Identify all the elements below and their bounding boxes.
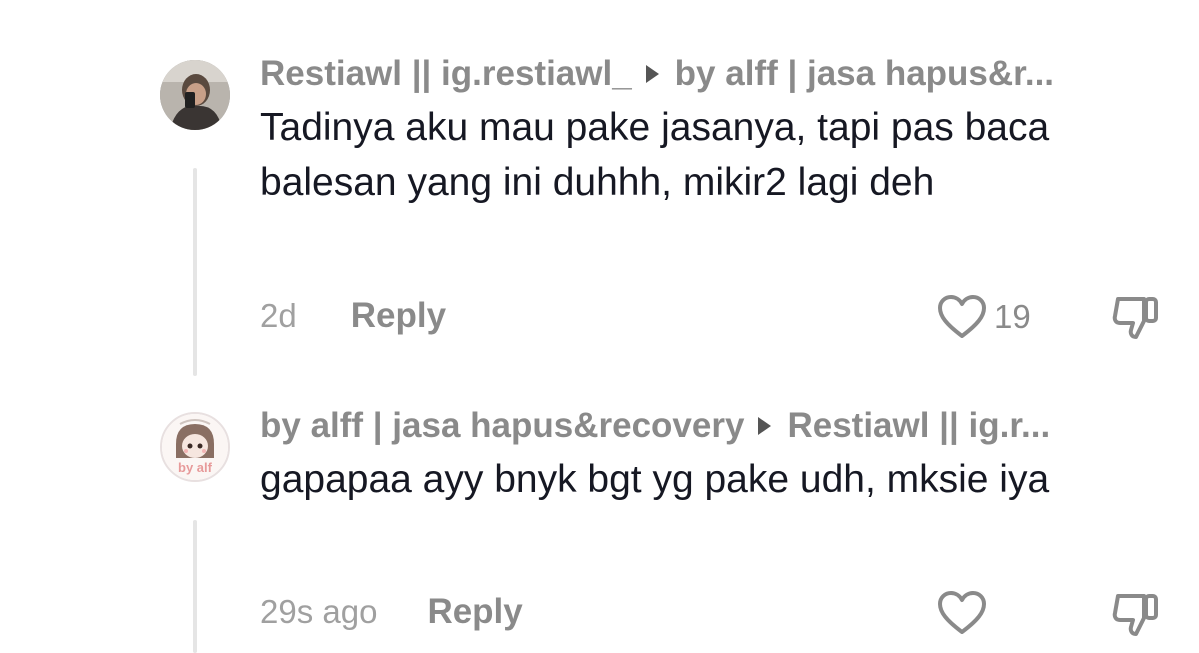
- reply-to-user[interactable]: Restiawl || ig.r...: [787, 406, 1050, 446]
- thumbs-down-outline-icon[interactable]: [1110, 590, 1162, 640]
- reply-button[interactable]: Reply: [427, 592, 522, 632]
- comment-timestamp: 2d: [260, 297, 297, 334]
- like-group: 19: [936, 294, 1031, 340]
- like-group: [936, 590, 994, 636]
- thread-line: [193, 520, 197, 653]
- avatar-photo: [160, 60, 230, 130]
- caret-right-icon: [645, 65, 659, 83]
- reply-to-user[interactable]: by alff | jasa hapus&r...: [675, 54, 1054, 94]
- avatar-by-alff[interactable]: by alf: [160, 412, 230, 482]
- thumbs-down-outline-icon[interactable]: [1110, 293, 1162, 343]
- heart-outline-icon[interactable]: [936, 590, 988, 636]
- comments-panel: Restiawl || ig.restiawl_ by alff | jasa …: [0, 0, 1199, 653]
- comment-header: by alff | jasa hapus&recovery Restiawl |…: [260, 404, 1160, 448]
- reply-button[interactable]: Reply: [351, 296, 446, 336]
- comment-actions: 29s ago Reply: [260, 590, 1160, 634]
- comment-header: Restiawl || ig.restiawl_ by alff | jasa …: [260, 52, 1160, 96]
- avatar-illustration: by alf: [162, 414, 228, 480]
- comment-timestamp: 29s ago: [260, 593, 378, 630]
- avatar-logo-text: by alf: [178, 460, 213, 475]
- comment-author[interactable]: by alff | jasa hapus&recovery: [260, 406, 744, 446]
- avatar-restiawl[interactable]: [160, 60, 230, 130]
- caret-right-icon: [758, 417, 772, 435]
- comment-author[interactable]: Restiawl || ig.restiawl_: [260, 54, 632, 94]
- thread-line: [193, 168, 197, 376]
- comment-by-alff: by alff | jasa hapus&recovery Restiawl |…: [260, 404, 1160, 507]
- comment-text: gapapaa ayy bnyk bgt yg pake udh, mksie …: [260, 458, 1050, 501]
- comment-restiawl: Restiawl || ig.restiawl_ by alff | jasa …: [260, 52, 1160, 210]
- comment-text: Tadinya aku mau pake jasanya, tapi pas b…: [260, 106, 1050, 204]
- like-count: 19: [994, 298, 1031, 335]
- heart-outline-icon[interactable]: [936, 294, 988, 340]
